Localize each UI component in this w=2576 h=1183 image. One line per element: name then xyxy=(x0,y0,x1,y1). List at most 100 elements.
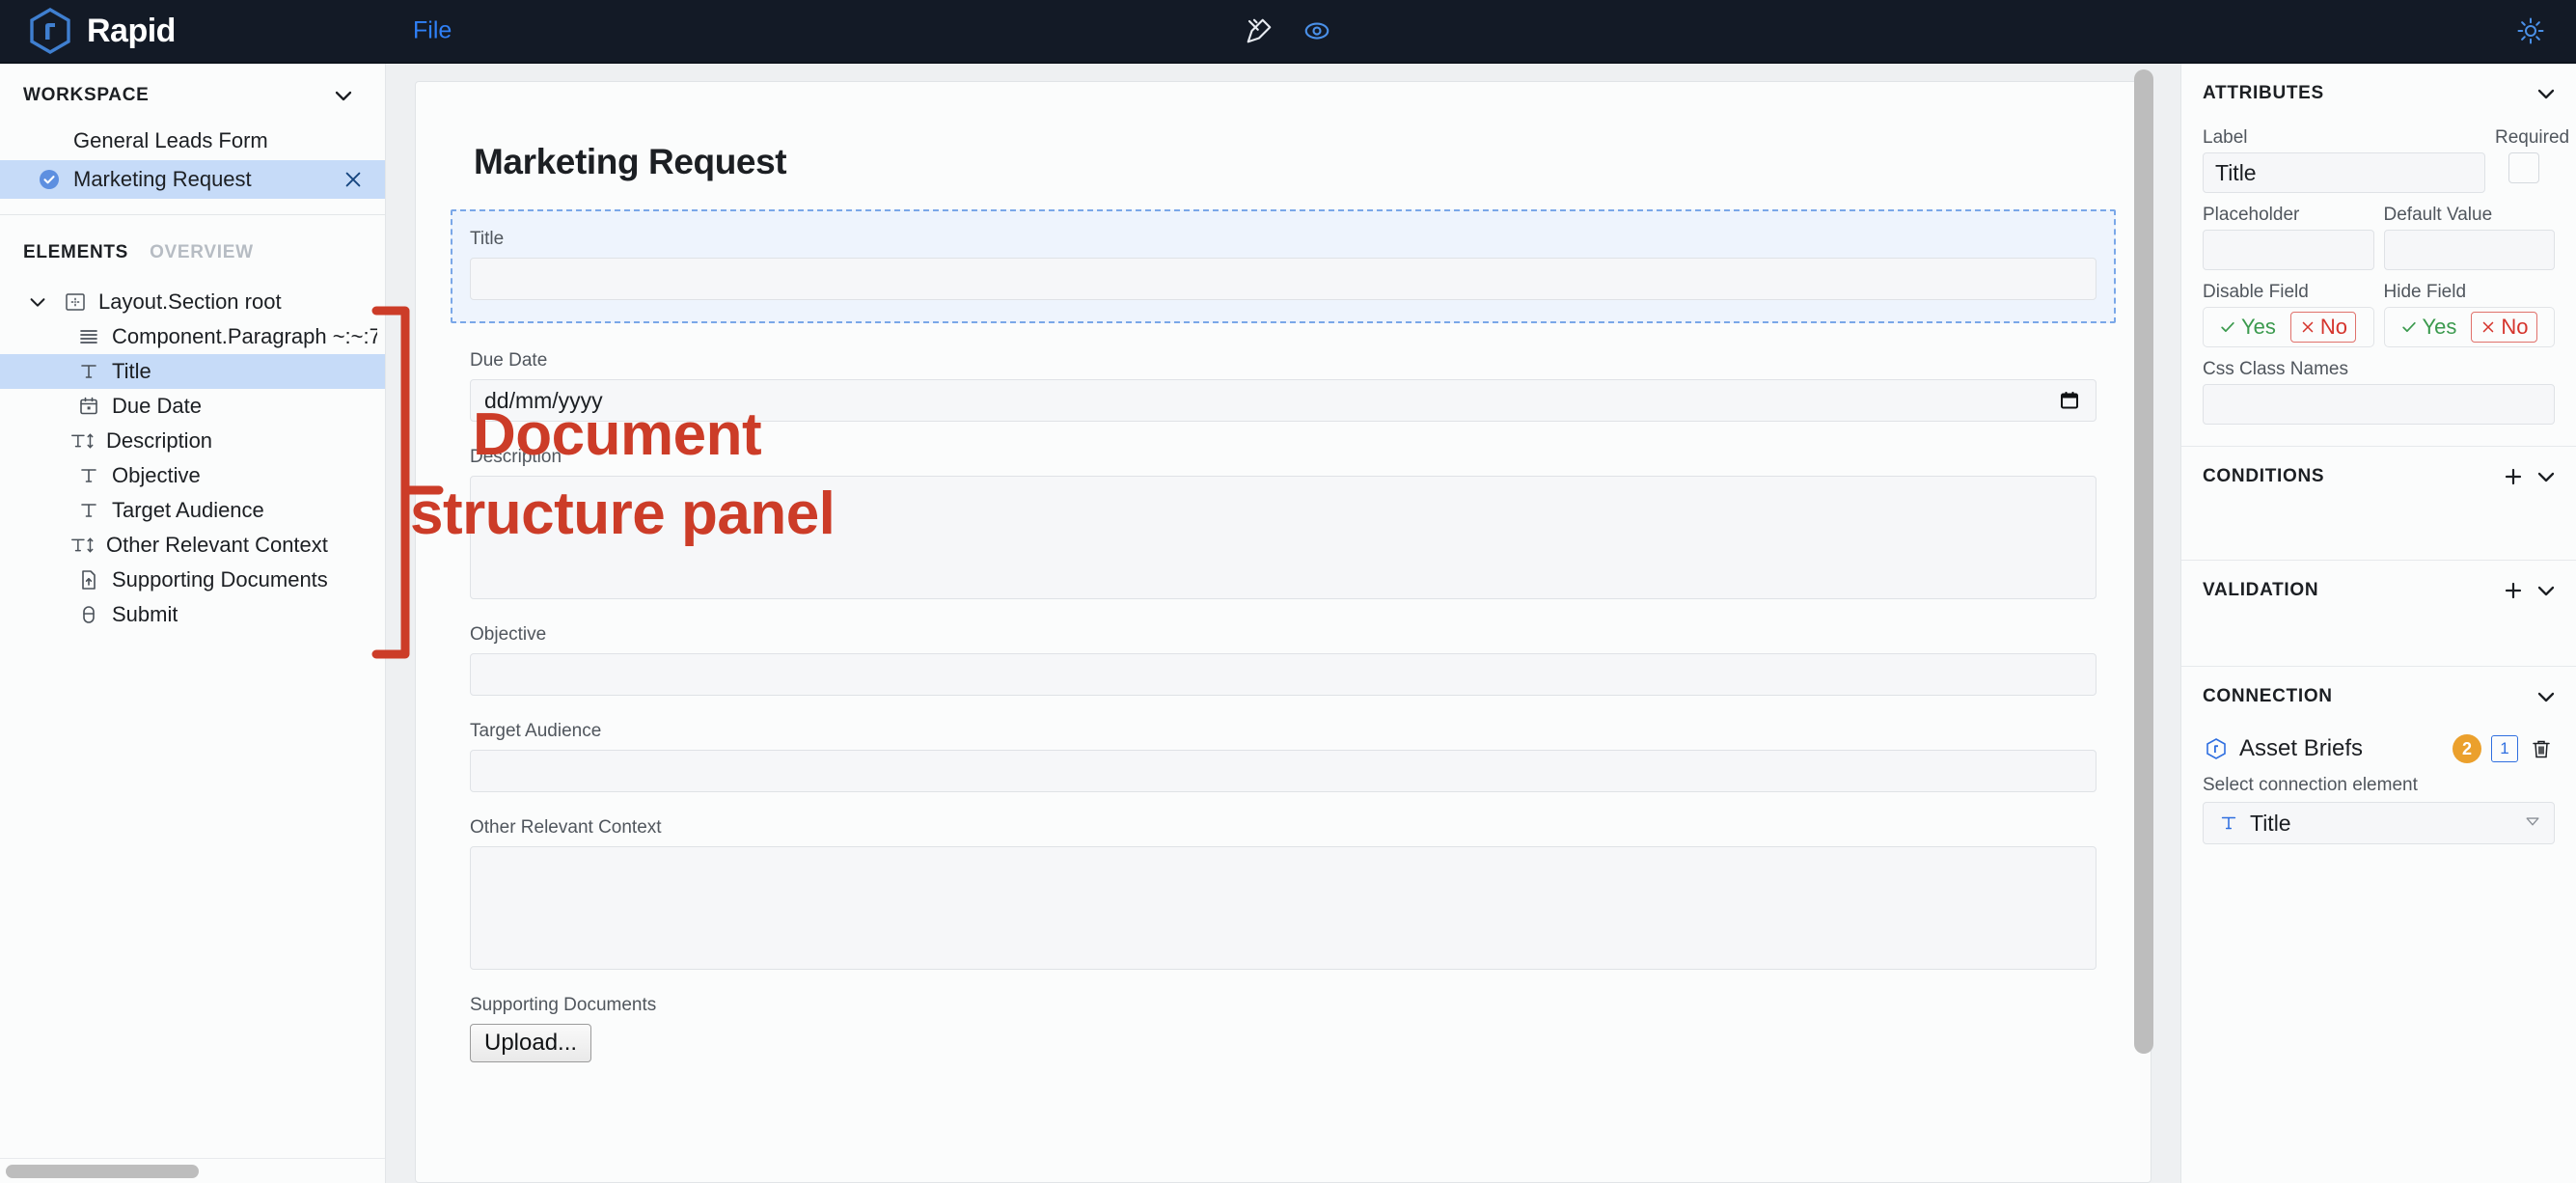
add-validation-icon[interactable] xyxy=(2501,578,2526,603)
left-sidebar: WORKSPACE General Leads Form Marketing R… xyxy=(0,64,386,1183)
form-card: Marketing Request Title Due Date dd/mm/y… xyxy=(415,81,2151,1183)
pencil-ruler-icon[interactable] xyxy=(1243,14,1275,47)
objective-input[interactable] xyxy=(470,653,2096,696)
tree-item-title[interactable]: Title xyxy=(0,354,385,389)
tree-item-supporting-documents[interactable]: Supporting Documents xyxy=(0,563,385,597)
tab-overview[interactable]: OVERVIEW xyxy=(150,242,254,263)
calendar-picker-icon[interactable] xyxy=(2057,388,2082,413)
hide-field-yes[interactable]: Yes xyxy=(2391,312,2466,343)
css-class-caption: Css Class Names xyxy=(2203,359,2348,379)
connection-collapse-chevron-icon[interactable] xyxy=(2534,684,2559,709)
date-placeholder: dd/mm/yyyy xyxy=(484,387,603,413)
text-input-icon xyxy=(75,462,102,489)
workspace-item-marketing-request[interactable]: Marketing Request xyxy=(0,160,385,199)
attributes-collapse-chevron-icon[interactable] xyxy=(2534,81,2559,106)
tree-item-target-audience[interactable]: Target Audience xyxy=(0,493,385,528)
field-objective[interactable]: Objective xyxy=(470,624,2096,696)
disable-field-toggle: Yes No xyxy=(2203,307,2374,347)
tree-item-description[interactable]: Description xyxy=(0,424,385,458)
hide-yes-label: Yes xyxy=(2422,315,2457,339)
conditions-collapse-chevron-icon[interactable] xyxy=(2534,464,2559,489)
section-validation: VALIDATION xyxy=(2181,561,2576,667)
field-label: Due Date xyxy=(470,350,548,371)
field-description[interactable]: Description xyxy=(470,447,2096,599)
hide-field-toggle: Yes No xyxy=(2383,307,2555,347)
connection-count-badge[interactable]: 2 xyxy=(2453,734,2481,763)
menu-file[interactable]: File xyxy=(403,12,461,51)
section-icon xyxy=(62,289,89,316)
body-row: WORKSPACE General Leads Form Marketing R… xyxy=(0,64,2576,1183)
section-connection: CONNECTION Asset Briefs 2 1 Select conne… xyxy=(2181,667,2576,866)
workspace-collapse-chevron-icon[interactable] xyxy=(331,83,356,108)
validation-header: VALIDATION xyxy=(2181,561,2576,619)
page-title: Marketing Request xyxy=(474,142,787,181)
tree-item-due-date[interactable]: Due Date xyxy=(0,389,385,424)
close-icon[interactable] xyxy=(341,167,366,192)
connection-index-badge[interactable]: 1 xyxy=(2491,735,2518,762)
attributes-header: ATTRIBUTES xyxy=(2181,64,2576,122)
connection-element-select[interactable]: Title xyxy=(2203,802,2555,844)
text-input-icon xyxy=(75,358,102,385)
tree-item-objective[interactable]: Objective xyxy=(0,458,385,493)
tree-item-other-relevant-context[interactable]: Other Relevant Context xyxy=(0,528,385,563)
upload-button[interactable]: Upload... xyxy=(470,1024,592,1062)
css-class-input[interactable] xyxy=(2203,384,2555,425)
connection-body: Asset Briefs 2 1 Select connection eleme… xyxy=(2181,725,2576,866)
tab-elements[interactable]: ELEMENTS xyxy=(23,242,128,263)
field-target-audience[interactable]: Target Audience xyxy=(470,721,2096,792)
sun-icon[interactable] xyxy=(2514,14,2547,47)
tree-item-component-paragraph[interactable]: Component.Paragraph ~:~:73 xyxy=(0,319,385,354)
required-checkbox[interactable] xyxy=(2508,152,2539,183)
due-date-input[interactable]: dd/mm/yyyy xyxy=(470,379,2096,422)
tree-item-layout-section-root[interactable]: Layout.Section root xyxy=(0,285,385,319)
label-input[interactable]: Title xyxy=(2203,152,2485,193)
disable-field-yes[interactable]: Yes xyxy=(2209,312,2285,343)
field-title[interactable]: Title xyxy=(451,209,2116,323)
tree-item-submit[interactable]: Submit xyxy=(0,597,385,632)
rapid-hex-icon xyxy=(2203,735,2230,762)
sidebar-scrollbar-thumb[interactable] xyxy=(6,1165,199,1178)
disable-yes-label: Yes xyxy=(2241,315,2276,339)
disable-field-no[interactable]: No xyxy=(2289,312,2357,343)
connection-selected-element: Title xyxy=(2250,810,2291,836)
default-value-col: Default Value xyxy=(2383,205,2555,270)
placeholder-input[interactable] xyxy=(2203,230,2374,270)
tree-item-label: Title xyxy=(112,359,151,383)
section-attributes: ATTRIBUTES Label Title Required Placehol… xyxy=(2181,64,2576,447)
field-due-date[interactable]: Due Date dd/mm/yyyy xyxy=(470,350,2096,422)
tree-item-label: Objective xyxy=(112,463,201,487)
add-condition-icon[interactable] xyxy=(2501,464,2526,489)
sidebar-horizontal-scrollbar[interactable] xyxy=(0,1158,385,1183)
canvas-scrollbar-thumb[interactable] xyxy=(2134,69,2153,1054)
title-input[interactable] xyxy=(470,258,2096,300)
disable-hide-row: Disable Field Yes No Hide Field Yes No xyxy=(2203,282,2555,347)
status-placeholder-icon xyxy=(37,128,62,153)
chevron-down-icon[interactable] xyxy=(23,288,52,316)
conditions-title: CONDITIONS xyxy=(2203,466,2325,486)
eye-icon[interactable] xyxy=(1301,14,1333,47)
workspace-header: WORKSPACE xyxy=(0,64,385,122)
validation-title: VALIDATION xyxy=(2203,580,2319,600)
check-circle-icon xyxy=(37,167,62,192)
placeholder-default-row: Placeholder Default Value xyxy=(2203,205,2555,270)
delete-connection-icon[interactable] xyxy=(2528,735,2555,762)
workspace-item-label: Marketing Request xyxy=(73,167,252,191)
hide-no-label: No xyxy=(2501,315,2529,339)
target-audience-input[interactable] xyxy=(470,750,2096,792)
other-context-textarea[interactable] xyxy=(470,846,2096,970)
chevron-down-icon[interactable] xyxy=(2523,811,2542,837)
default-value-input[interactable] xyxy=(2383,230,2555,270)
field-other-relevant-context[interactable]: Other Relevant Context xyxy=(470,817,2096,970)
label-required-row: Label Title Required xyxy=(2203,127,2569,193)
field-supporting-documents[interactable]: Supporting Documents Upload... xyxy=(470,995,2096,1062)
workspace-item-general-leads-form[interactable]: General Leads Form xyxy=(0,122,385,160)
description-textarea[interactable] xyxy=(470,476,2096,599)
top-bar: Rapid File xyxy=(0,0,2576,64)
canvas-vertical-scrollbar[interactable] xyxy=(2134,69,2153,1183)
textarea-icon xyxy=(69,532,96,559)
brand: Rapid xyxy=(0,8,386,54)
brand-name: Rapid xyxy=(87,12,176,49)
right-panel: ATTRIBUTES Label Title Required Placehol… xyxy=(2180,64,2576,1183)
hide-field-no[interactable]: No xyxy=(2471,312,2537,343)
validation-collapse-chevron-icon[interactable] xyxy=(2534,578,2559,603)
